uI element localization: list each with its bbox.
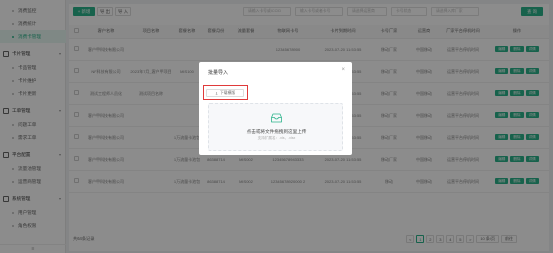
import-dialog: 批量导入 × ⇩ 下载模版 点击或将文件拖拽到这里上传 支持扩展名：.xls，.…	[199, 62, 352, 155]
download-template-button[interactable]: ⇩ 下载模版	[206, 89, 244, 97]
download-icon: ⇩	[214, 91, 218, 96]
download-template-label: 下载模版	[220, 90, 236, 95]
dropzone-hint: 支持扩展名：.xls，.xlsx	[257, 136, 296, 140]
app: 消费监控 消费统计 消费卡管理 卡片管理 ▾ 卡品管理 卡片维护 卡片更新 工单管…	[0, 0, 553, 253]
inbox-icon	[271, 113, 282, 123]
upload-dropzone[interactable]: 点击或将文件拖拽到这里上传 支持扩展名：.xls，.xlsx	[208, 103, 343, 151]
dropzone-text: 点击或将文件拖拽到这里上传	[246, 129, 307, 134]
dialog-title: 批量导入	[208, 70, 229, 76]
close-icon[interactable]: ×	[341, 67, 345, 73]
